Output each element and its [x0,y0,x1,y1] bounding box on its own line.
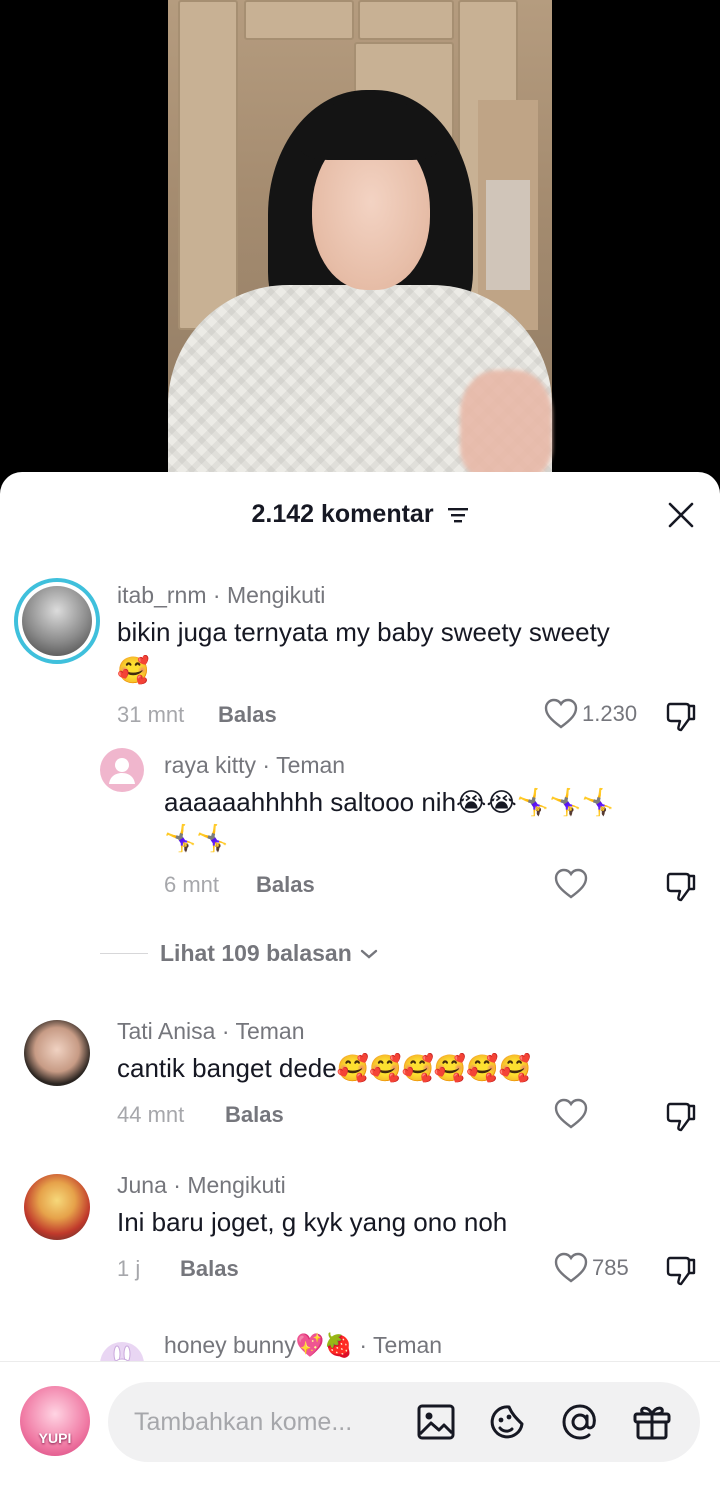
comment-author[interactable]: itab_rnm · Mengikuti [117,582,325,609]
separator-dot: · [262,752,277,778]
comment-author[interactable]: honey bunny💖🍓 · Teman [164,1332,442,1359]
gift-button[interactable] [630,1400,674,1444]
avatar[interactable] [100,748,144,792]
heart-icon [554,1252,588,1283]
heart-icon [554,868,588,899]
mention-icon [562,1404,596,1440]
view-replies-label: Lihat 109 balasan [160,940,352,966]
comment-text: bikin juga ternyata my baby sweety sweet… [117,614,707,650]
comment-text: cantik banget dede🥰🥰🥰🥰🥰🥰 [117,1053,531,1083]
comment-author[interactable]: Juna · Mengikuti [117,1172,286,1199]
mention-button[interactable] [558,1400,602,1444]
reply-button[interactable]: Balas [218,702,277,728]
comment-text: aaaaaahhhhh saltooo nih😭😭🤸‍♀️🤸‍♀️🤸‍♀️ [164,787,614,817]
comment-input[interactable] [134,1400,394,1444]
comment-time: 1 j [117,1256,141,1281]
separator-dot: · [212,582,227,608]
avatar[interactable] [14,578,100,664]
dislike-icon[interactable] [664,870,698,904]
comment-time: 31 mnt [117,702,185,727]
relation-label: Mengikuti [226,582,326,608]
view-replies-button[interactable]: Lihat 109 balasan [100,940,380,967]
like-button[interactable]: 785 [554,1252,629,1284]
my-avatar[interactable]: YUPI [20,1386,90,1456]
like-count: 785 [592,1255,629,1280]
default-avatar-icon [109,758,135,784]
username[interactable]: Juna [117,1172,167,1198]
comment-time: 6 mnt [164,872,220,897]
comments-sheet: 2.142 komentar itab_rnm · Mengikuti biki… [0,472,720,1492]
reply-button[interactable]: Balas [225,1102,284,1128]
heart-icon [554,1098,588,1129]
comment-author[interactable]: raya kitty · Teman [164,752,345,779]
dislike-icon[interactable] [664,1254,698,1288]
username[interactable]: honey bunny💖🍓 [164,1332,353,1358]
avatar[interactable] [24,1174,90,1240]
relation-label: Teman [373,1332,443,1358]
like-button[interactable] [554,1098,592,1130]
avatar[interactable] [24,1020,90,1086]
comment-text-continued: 🤸‍♀️🤸‍♀️ [164,823,229,853]
separator-dot: · [173,1172,188,1198]
like-count: 1.230 [582,701,638,726]
username[interactable]: itab_rnm [117,582,206,608]
close-icon [668,502,694,528]
like-button[interactable]: 1.230 [544,698,637,730]
comment-body: bikin juga ternyata my baby sweety sweet… [117,617,610,647]
video-player[interactable] [0,0,720,490]
reply-button[interactable]: Balas [256,872,315,898]
comment-input-container[interactable] [108,1382,700,1462]
close-button[interactable] [664,498,698,532]
dislike-icon[interactable] [664,1100,698,1134]
comment-composer: YUPI [0,1361,720,1492]
person-hand [460,370,552,480]
comment-author[interactable]: Tati Anisa · Teman [117,1018,305,1045]
sort-icon[interactable] [447,506,469,524]
comment-time: 44 mnt [117,1102,185,1127]
like-button[interactable] [554,868,592,900]
emoji-button[interactable] [486,1400,530,1444]
relation-label: Teman [276,752,346,778]
chevron-down-icon [360,949,377,959]
relation-label: Teman [235,1018,305,1044]
relation-label: Mengikuti [187,1172,286,1198]
comments-header: 2.142 komentar [0,472,720,558]
image-button[interactable] [414,1400,458,1444]
username[interactable]: Tati Anisa [117,1018,215,1044]
username[interactable]: raya kitty [164,752,256,778]
separator-dot: · [359,1332,374,1358]
heart-icon [544,698,578,729]
dislike-icon[interactable] [664,700,698,734]
divider [100,953,148,954]
comment-emoji: 🥰 [117,655,150,685]
separator-dot: · [221,1018,236,1044]
emoji-icon [490,1405,524,1439]
comment-text: Ini baru joget, g kyk yang ono noh [117,1207,508,1237]
comment-count-title[interactable]: 2.142 komentar [0,500,720,529]
image-icon [417,1404,455,1440]
gift-icon [633,1406,671,1440]
avatar-logo-text: YUPI [38,1430,72,1446]
comment-count-label: 2.142 komentar [251,500,434,528]
reply-button[interactable]: Balas [180,1256,239,1282]
